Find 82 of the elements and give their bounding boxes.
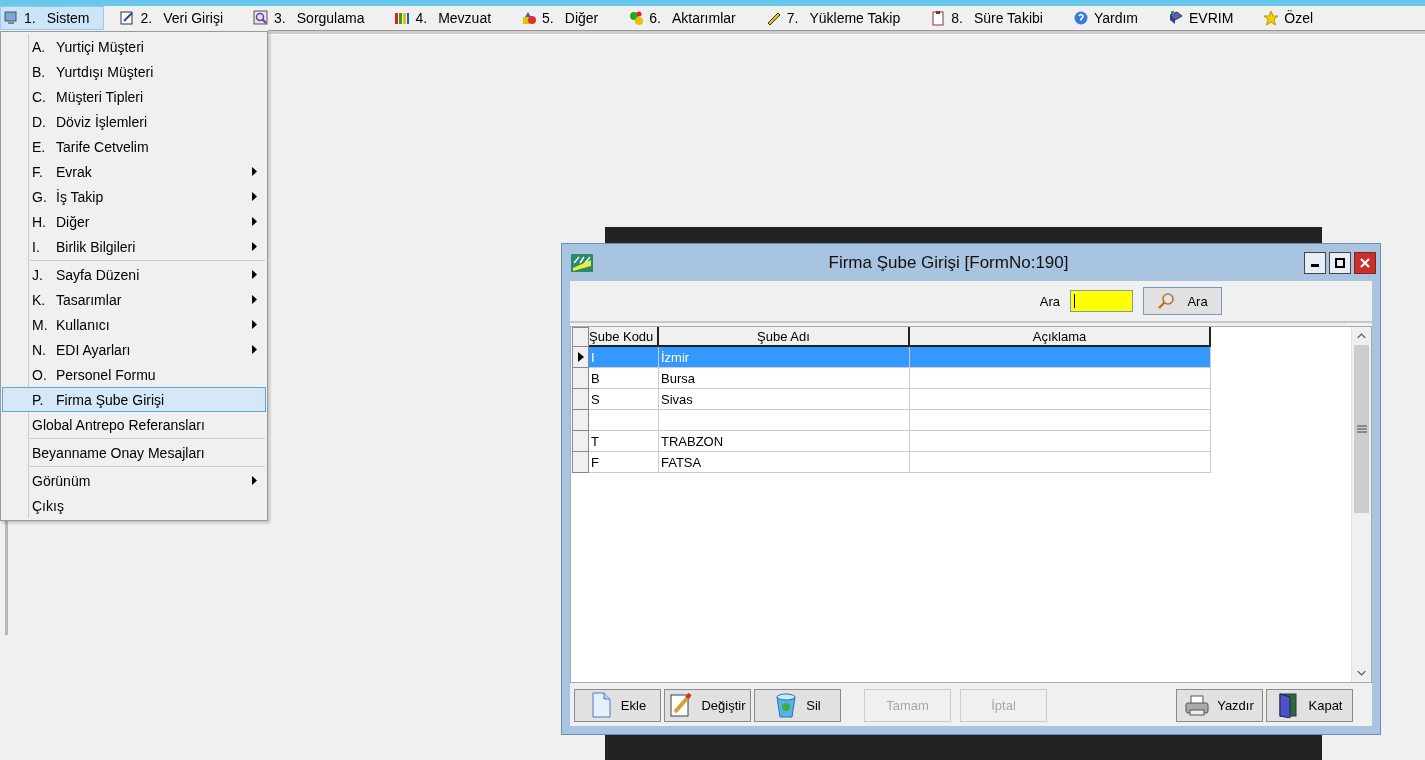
table-row[interactable]: T TRABZON (572, 431, 1351, 452)
dropdown-item[interactable]: O. Personel Formu (2, 362, 266, 387)
dropdown-item[interactable]: Beyanname Onay Mesajları (2, 440, 266, 465)
star-icon (1263, 10, 1280, 26)
menu-item[interactable]: 2. Veri Girişi (116, 6, 239, 30)
minimize-icon (1311, 264, 1319, 267)
search-label: Ara (1039, 293, 1060, 309)
clipboard-icon (930, 10, 947, 26)
menu-item[interactable]: 4. Mevzuat (391, 6, 507, 30)
menu-item[interactable]: Özel (1260, 6, 1329, 30)
pencil-icon (669, 692, 694, 718)
dropdown-item[interactable]: A. Yurtiçi Müşteri (2, 34, 266, 59)
menu-item[interactable]: EVRIM (1165, 6, 1249, 30)
form-button[interactable]: Kapat (1266, 688, 1353, 722)
row-pointer-icon (577, 352, 584, 362)
computer-icon (3, 10, 19, 26)
dropdown-item[interactable]: B. Yurtdışı Müşteri (2, 59, 266, 84)
close-icon (1360, 257, 1370, 268)
books-icon (394, 10, 411, 26)
dropdown-item[interactable]: C. Müşteri Tipleri (2, 84, 266, 109)
table-cell: S (591, 391, 600, 407)
table-row[interactable]: B Bursa (572, 368, 1351, 389)
shapes-icon (521, 10, 538, 26)
dropdown-item[interactable]: Çıkış (2, 493, 266, 518)
maximize-icon (1335, 257, 1345, 268)
magnifier-icon (253, 10, 270, 26)
table-row[interactable]: S Sivas (572, 389, 1351, 410)
menu-item[interactable]: 6. Aktarımlar (625, 6, 751, 30)
table-cell: TRABZON (661, 433, 724, 449)
table-cell: İzmir (661, 349, 690, 365)
pen-icon (765, 10, 782, 26)
form-button[interactable]: Değiştir (664, 688, 751, 722)
minimize-button[interactable] (1304, 251, 1326, 274)
column-header[interactable]: Açıklama (910, 327, 1211, 347)
dropdown-item[interactable]: E. Tarife Cetvelim (2, 134, 266, 159)
dropdown-item[interactable]: M. Kullanıcı (2, 312, 266, 337)
dropdown-item[interactable]: K. Tasarımlar (2, 287, 266, 312)
menu-item[interactable]: 5. Diğer (518, 6, 614, 30)
dropdown-item[interactable]: Görünüm (2, 468, 266, 493)
dropdown-item[interactable]: N. EDI Ayarları (2, 337, 266, 362)
maximize-button[interactable] (1329, 251, 1351, 274)
book-icon (1168, 10, 1184, 26)
form-button[interactable]: Sil (754, 688, 841, 722)
dropdown-item[interactable]: G. İş Takip (2, 184, 266, 209)
form-button[interactable]: Yazdır (1176, 688, 1263, 722)
dropdown-item[interactable]: H. Diğer (2, 209, 266, 234)
table-cell: I (591, 349, 595, 365)
menu-item[interactable]: 7. Yükleme Takip (762, 6, 916, 30)
menu-item[interactable]: 3. Sorgulama (250, 6, 380, 30)
app-logo-icon (571, 253, 593, 272)
help-icon (1072, 10, 1089, 26)
dropdown-item[interactable]: I. Birlik Bilgileri (2, 234, 266, 259)
menu-item[interactable]: 1. Sistem (0, 6, 105, 30)
dropdown-item[interactable]: Global Antrepo Referansları (2, 412, 266, 437)
table-cell: Bursa (661, 370, 695, 386)
column-header[interactable]: Şube Kodu (589, 327, 659, 347)
recycle-bin-icon (774, 692, 799, 718)
table-cell: Sivas (661, 391, 693, 407)
close-button[interactable] (1354, 251, 1376, 274)
form-button[interactable]: Ekle (574, 688, 661, 722)
menu-item[interactable]: 8. Süre Takibi (927, 6, 1058, 30)
dropdown-item[interactable]: D. Döviz İşlemleri (2, 109, 266, 134)
dropdown-item[interactable]: P. Firma Şube Girişi (2, 387, 266, 412)
scroll-thumb[interactable] (1354, 345, 1369, 513)
menu-item[interactable]: Yardım (1069, 6, 1153, 30)
dropdown-item[interactable]: F. Evrak (2, 159, 266, 184)
dropdown-item[interactable]: J. Sayfa Düzeni (2, 262, 266, 287)
table-cell: T (591, 433, 599, 449)
table-row[interactable]: F FATSA (572, 452, 1351, 473)
printer-icon (1185, 692, 1210, 718)
scrollbar[interactable] (1351, 327, 1371, 682)
table-cell: FATSA (661, 454, 702, 470)
grip-icon (1356, 425, 1367, 433)
window-title: Firma Şube Girişi [FormNo:190] (827, 252, 1070, 273)
search-icon (1157, 292, 1176, 310)
pencil-icon (119, 10, 136, 26)
column-header[interactable]: Şube Adı (659, 327, 910, 347)
table-cell: F (591, 454, 599, 470)
search-field[interactable] (1070, 290, 1133, 312)
table-cell: B (591, 370, 600, 386)
row-header[interactable] (572, 347, 589, 368)
search-button[interactable]: Ara (1143, 287, 1222, 315)
